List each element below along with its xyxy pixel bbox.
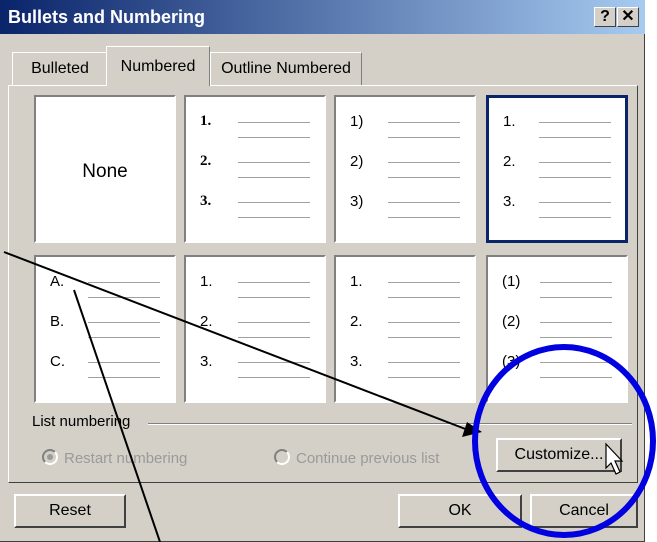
tab-numbered-label: Numbered [120,58,196,75]
annotation-arrow-line [3,251,469,431]
tab-numbered[interactable]: Numbered [106,46,210,86]
highlight-circle [472,344,656,538]
annotation-pointer-line [73,289,161,542]
mouse-cursor-icon [605,442,624,475]
annotation-overlay [3,251,656,542]
